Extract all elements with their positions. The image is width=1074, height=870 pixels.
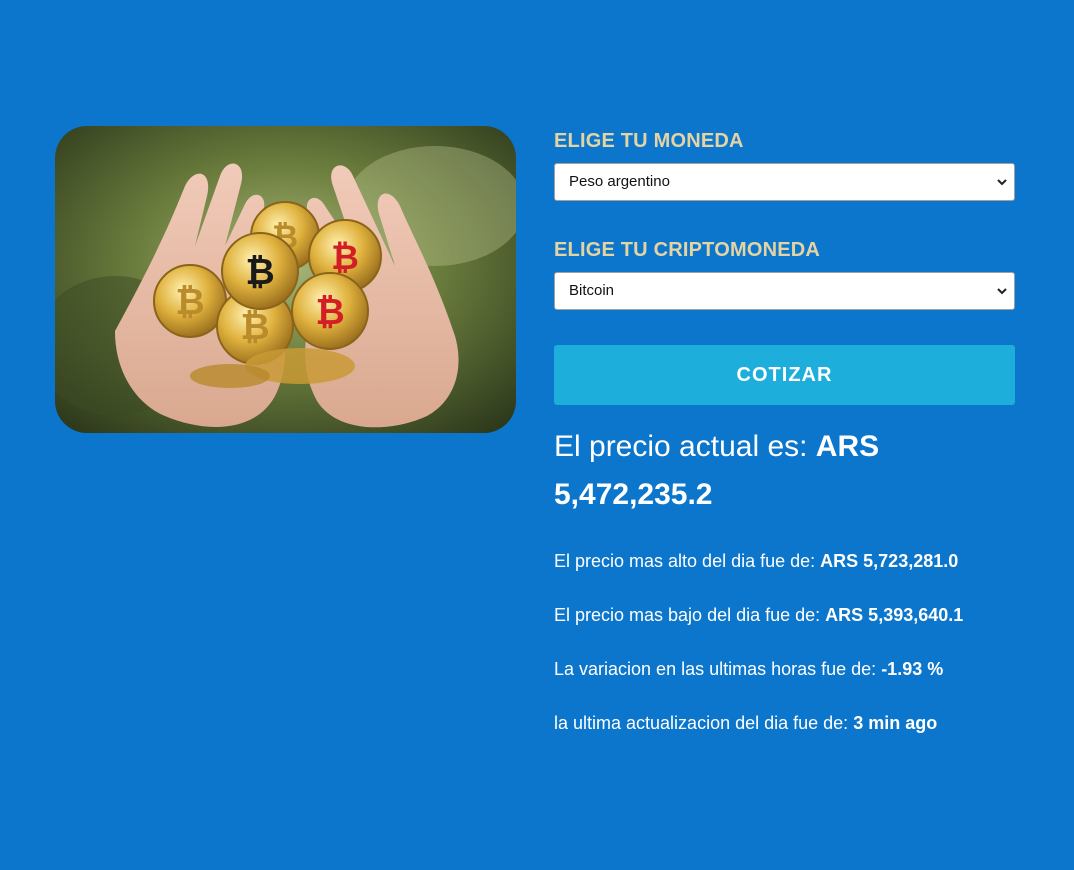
current-price-label: El precio actual es:	[554, 430, 816, 463]
svg-text:₿: ₿	[245, 252, 274, 293]
low-price-value: ARS 5,393,640.1	[825, 605, 964, 625]
high-price-label: El precio mas alto del dia fue de:	[554, 551, 821, 571]
svg-text:₿: ₿	[240, 307, 269, 348]
current-price: El precio actual es: ARS 5,472,235.2	[554, 423, 1015, 519]
currency-select-value: Peso argentino	[569, 173, 670, 190]
svg-text:₿: ₿	[331, 238, 359, 278]
price-change-value: -1.93 %	[881, 659, 944, 679]
currency-label: ELIGE TU MONEDA	[554, 130, 744, 152]
last-update-label: la ultima actualizacion del dia fue de:	[554, 713, 854, 733]
cotizar-button[interactable]: COTIZAR	[554, 345, 1015, 405]
crypto-select-value: Bitcoin	[569, 282, 615, 299]
price-change-label: La variacion en las ultimas horas fue de…	[554, 659, 882, 679]
quote-form: ELIGE TU MONEDA Peso argentino ELIGE TU …	[554, 126, 1015, 735]
price-change: La variacion en las ultimas horas fue de…	[554, 657, 1015, 681]
svg-text:₿: ₿	[175, 282, 204, 323]
high-price: El precio mas alto del dia fue de: ARS 5…	[554, 549, 1015, 573]
chevron-down-icon	[996, 273, 1008, 309]
crypto-label: ELIGE TU CRIPTOMONEDA	[554, 239, 821, 261]
chevron-down-icon	[996, 164, 1008, 200]
last-update: la ultima actualizacion del dia fue de: …	[554, 711, 1015, 735]
low-price: El precio mas bajo del dia fue de: ARS 5…	[554, 603, 1015, 627]
svg-text:₿: ₿	[315, 292, 344, 333]
crypto-select[interactable]: Bitcoin	[554, 272, 1015, 310]
last-update-value: 3 min ago	[853, 713, 938, 733]
high-price-value: ARS 5,723,281.0	[820, 551, 959, 571]
currency-select[interactable]: Peso argentino	[554, 163, 1015, 201]
crypto-quote-page: ₿ ₿ ₿ ₿ ₿ ₿ ELIGE TU MONEDA Peso argenti…	[0, 0, 1074, 870]
bitcoin-hands-image: ₿ ₿ ₿ ₿ ₿ ₿	[55, 126, 516, 433]
low-price-label: El precio mas bajo del dia fue de:	[554, 605, 826, 625]
